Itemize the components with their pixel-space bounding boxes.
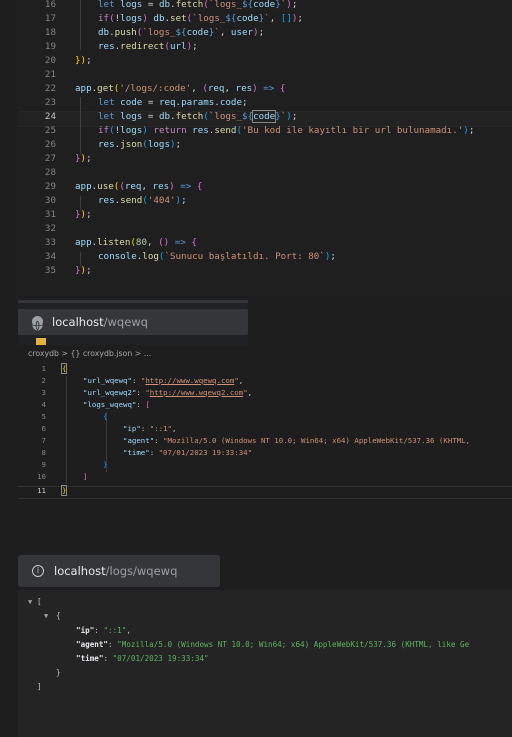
json-brace: }: [56, 668, 61, 677]
code-line: let logs = db.fetch(`logs_${code}`);: [98, 110, 298, 123]
globe-icon[interactable]: [32, 316, 43, 331]
code-line: });: [75, 265, 92, 276]
browser-address-bar[interactable]: i localhost/logs/wqewq: [18, 555, 220, 587]
collapse-arrow-icon[interactable]: ▼: [44, 612, 48, 620]
indent-guide: [80, 97, 81, 154]
json-tree: [ ▼ { "ip": "::1", "agent": "Mozilla/5.0…: [18, 590, 469, 691]
code-line: }: [103, 460, 108, 469]
json-value: "07/01/2023 19:33:34": [112, 654, 209, 663]
code-line: app.get('/logs/:code', (req, res) => {: [75, 83, 286, 94]
code-line: if(!logs) return res.send('Bu kod ile ka…: [98, 125, 475, 136]
code-line: });: [75, 209, 92, 220]
code-line: if(!logs) db.set(`logs_${code}`, []);: [98, 13, 303, 24]
indent-guide: [80, 0, 81, 50]
json-content: { "url_wqewq": "http://www.wqewq.com", "…: [18, 345, 470, 496]
line-number: 33: [44, 237, 56, 248]
url-text[interactable]: localhost/wqewq: [52, 315, 148, 329]
url-text[interactable]: localhost/logs/wqewq: [54, 564, 177, 578]
code-line: ]: [83, 472, 88, 481]
json-brace: {: [56, 611, 61, 620]
line-number: 35: [44, 265, 56, 276]
json-value: "Mozilla/5.0 (Windows NT 10.0; Win64; x6…: [117, 640, 470, 649]
code-line: res.json(logs);: [98, 139, 182, 150]
code-line: "time": "07/01/2023 19:33:34": [123, 448, 253, 457]
browser-address-bar: localhost/wqewq: [18, 300, 248, 348]
code-editor-server: 16 17 18 19 20 21 22 23 24 25 26 27 28 2…: [18, 0, 512, 295]
url-host: localhost: [54, 564, 106, 578]
line-number: 31: [44, 209, 56, 220]
url-path: /logs/wqewq: [105, 564, 178, 578]
code-line: });: [75, 55, 92, 66]
code-line: res.redirect(url);: [98, 41, 198, 52]
code-line: res.send('404');: [98, 195, 187, 206]
code-line: "url_wqewq2": "http://www.wqewq2.com",: [83, 388, 253, 397]
code-line: "ip": "::1",: [123, 424, 177, 433]
code-line: {: [103, 412, 108, 421]
code-content: let logs = db.fetch(`logs_${code}`); if(…: [18, 0, 474, 276]
json-key: "agent": [76, 640, 109, 649]
code-line: console.log(`Sunucu başlatıldı. Port: 80…: [98, 251, 336, 262]
code-line: {: [60, 363, 68, 374]
code-editor-json: croxydb > {} croxydb.json > ... 1 2 3 4 …: [18, 345, 512, 548]
line-number: 32: [44, 223, 56, 234]
json-key: "ip": [76, 626, 95, 635]
json-key: "time": [76, 654, 104, 663]
code-line: app.use((req, res) => {: [75, 181, 203, 192]
current-line-highlight: [18, 486, 512, 499]
line-number: 34: [44, 251, 56, 262]
code-line: app.listen(80, () => {: [75, 237, 197, 248]
breadcrumb[interactable]: croxydb > {} croxydb.json > ...: [28, 349, 151, 358]
json-row: "time": "07/01/2023 19:33:34": [76, 654, 209, 663]
url-path: /wqewq: [103, 315, 148, 329]
line-number: 10: [37, 472, 46, 481]
url-host: localhost: [52, 315, 104, 329]
line-number: 11: [37, 486, 46, 495]
json-row: "agent": "Mozilla/5.0 (Windows NT 10.0; …: [76, 640, 470, 649]
indent-guide: [80, 196, 81, 210]
code-line: let code = req.params.code;: [98, 97, 248, 108]
json-row: "ip": "::1",: [76, 626, 131, 635]
code-line: "agent": "Mozilla/5.0 (Windows NT 10.0; …: [123, 436, 471, 445]
url-bar[interactable]: localhost/wqewq: [18, 309, 248, 335]
json-value: "::1": [103, 626, 127, 635]
indent-guide: [80, 252, 81, 266]
code-line: db.push(`logs_${code}`, user);: [98, 27, 265, 38]
code-line: });: [75, 153, 92, 164]
autocomplete-icon: [36, 338, 46, 345]
code-line: }: [60, 485, 68, 496]
info-icon[interactable]: i: [32, 565, 44, 577]
json-bracket: [: [37, 597, 42, 606]
code-line: "logs_wqewq": [: [83, 400, 150, 409]
indent-guide: [66, 376, 67, 484]
code-line: let logs = db.fetch(`logs_${code}`);: [98, 0, 298, 10]
code-line: "url_wqewq": "http://www.wqewq.com",: [83, 376, 244, 385]
json-viewer: ▼ [ ▼ { "ip": "::1", "agent": "Mozilla/5…: [18, 590, 512, 737]
json-bracket: ]: [37, 682, 42, 691]
